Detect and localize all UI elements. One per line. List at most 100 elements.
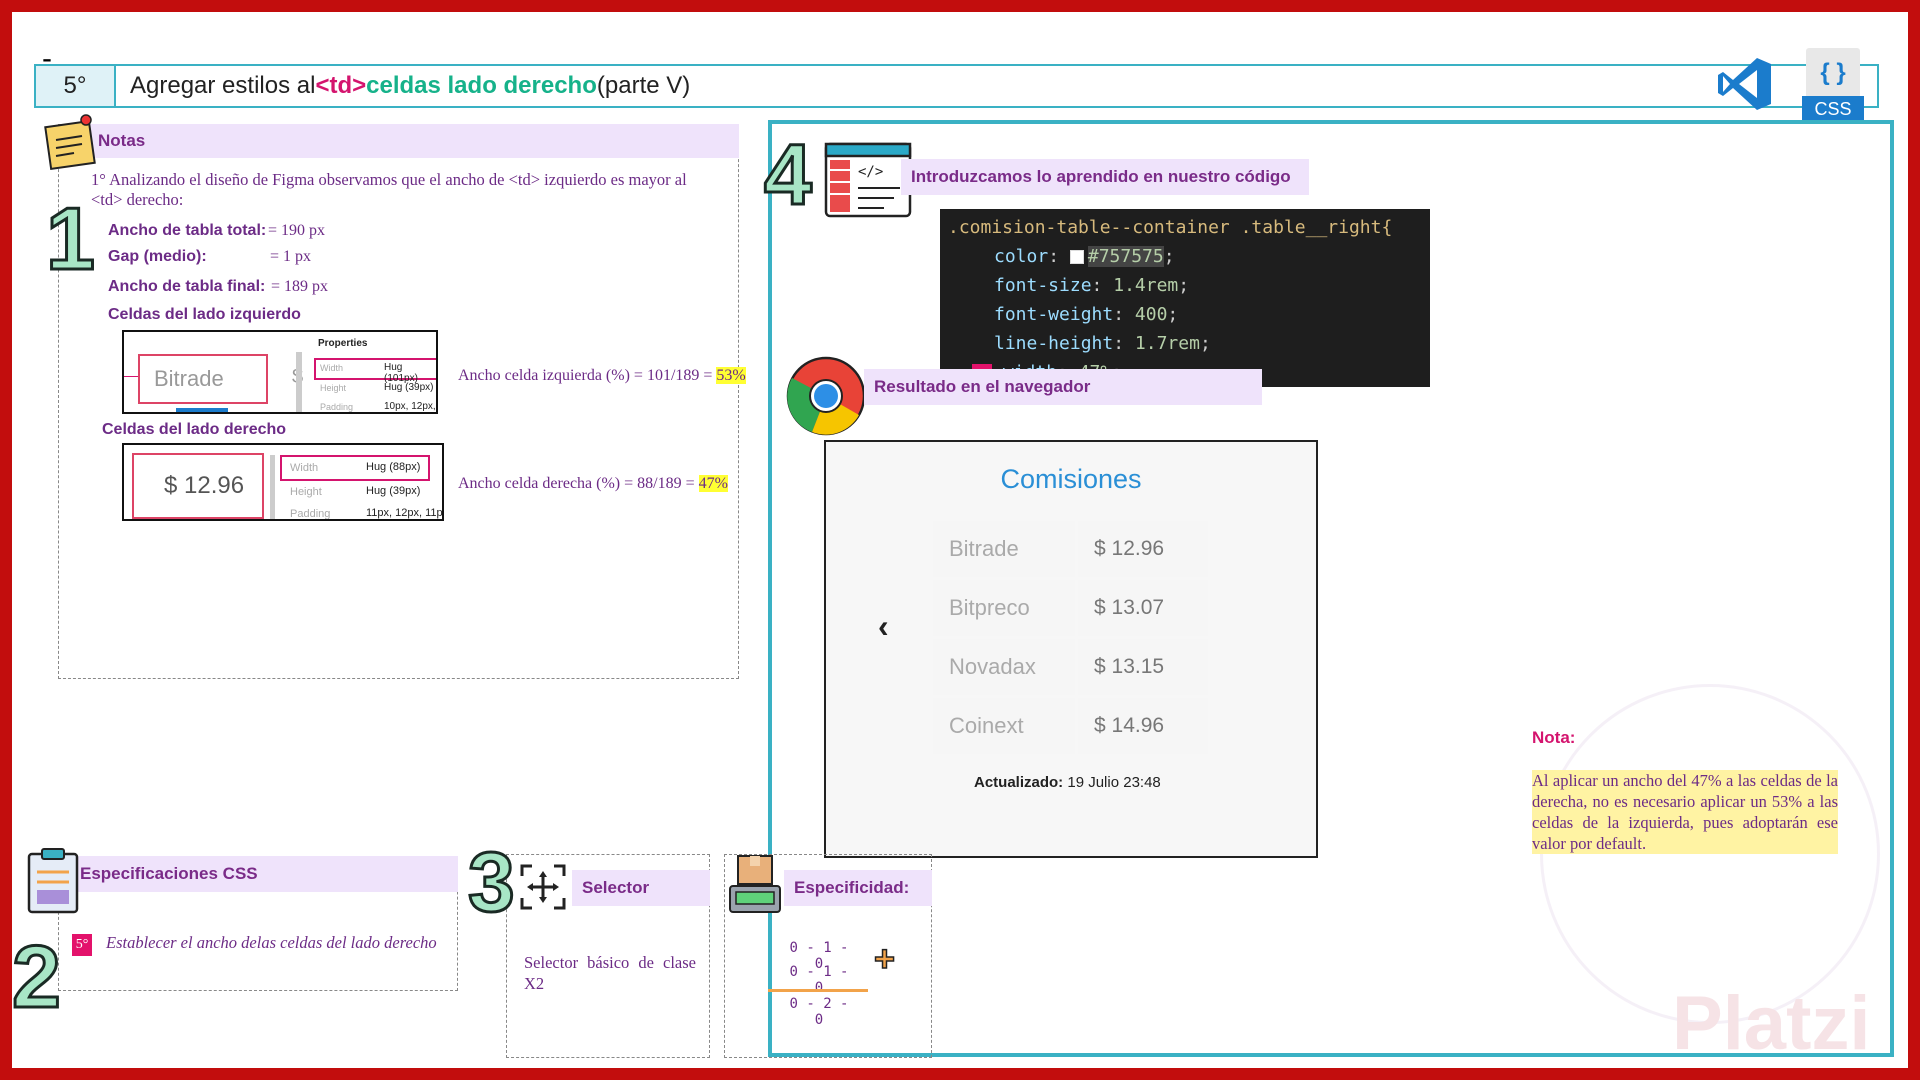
exchange-name: Novadax: [933, 639, 1075, 695]
right-formula-text: Ancho celda derecha (%) = 88/189 =: [458, 475, 699, 492]
code-prop-font-size: font-size: [994, 275, 1092, 296]
mock-r-prop-width-key: Width: [290, 462, 319, 474]
code-val-color: #757575: [1087, 246, 1164, 267]
watermark-circle: [1540, 684, 1880, 1024]
css-label: CSS: [1802, 96, 1864, 122]
code-block: .comision-table--container .table__right…: [940, 209, 1430, 387]
mock-r-prop-height-key: Height: [290, 486, 322, 498]
svg-text:</>: </>: [858, 164, 883, 180]
right-cells-title: Celdas del lado derecho: [102, 421, 287, 438]
specs-text: Establecer el ancho delas celdas del lad…: [106, 933, 437, 952]
browser-result: Comisiones ‹ Bitrade $ 12.96 Bitpreco $ 13…: [824, 440, 1318, 858]
exchange-value: $ 12.96: [1078, 521, 1208, 577]
commission-table: Bitrade $ 12.96 Bitpreco $ 13.07 Novadax $ …: [930, 518, 1211, 757]
title-tag: <td>: [315, 72, 367, 99]
right-cell-mockup: $ 12.96 Width Hug (88px) Height Hug (39p…: [122, 443, 444, 521]
updated-value: 19 Julio 23:48: [1063, 774, 1161, 791]
widget-title: Comisiones: [1000, 464, 1142, 494]
code-val-line-height: 1.7rem: [1134, 333, 1200, 354]
selector-header: Selector: [572, 870, 710, 906]
table-row: Bitpreco $ 13.07: [933, 580, 1208, 636]
mock-prop-padding-val: 10px, 12px, 1: [384, 401, 436, 412]
table-row: Bitrade $ 12.96: [933, 521, 1208, 577]
right-result: 47%: [698, 475, 728, 492]
title-bar: 5° Agregar estilos al <td> celdas lado d…: [34, 64, 1879, 108]
updated-info: Actualizado: 19 Julio 23:48: [974, 774, 1161, 791]
title-post: (parte V): [596, 72, 691, 99]
css-file-icon: { } CSS: [1802, 48, 1864, 124]
watermark-text: Platzi: [1672, 981, 1871, 1066]
mock-scrollbar-right: [270, 455, 275, 519]
selection-move-icon: [520, 864, 566, 910]
slide-title: Agregar estilos al <td> celdas lado dere…: [130, 66, 690, 106]
chrome-icon: [786, 356, 866, 436]
color-swatch: [1069, 250, 1084, 264]
exchange-value: $ 14.96: [1078, 698, 1208, 754]
css-braces: { }: [1806, 48, 1860, 98]
measure-value-final: = 189 px: [271, 278, 329, 295]
exchange-value: $ 13.15: [1078, 639, 1208, 695]
mock-r-prop-height-val: Hug (39px): [366, 485, 421, 497]
step-number: 5°: [36, 66, 116, 106]
code-prop-line-height: line-height: [994, 333, 1114, 354]
specs-tag: 5°: [72, 934, 92, 956]
vscode-icon: [1718, 58, 1771, 110]
nota-title: Nota:: [1532, 728, 1576, 747]
left-cell-mockup: Bitrade $ Properties Width Hug (101px) H…: [122, 330, 438, 414]
code-line-font-size: font-size: 1.4rem;: [994, 275, 1190, 296]
exchange-name: Bitpreco: [933, 580, 1075, 636]
updated-label: Actualizado:: [974, 774, 1064, 791]
code-section-header: Introduzcamos lo aprendido en nuestro có…: [901, 159, 1309, 195]
step-3-number: 3: [467, 834, 517, 931]
code-line-color: color: #757575;: [994, 246, 1175, 267]
step-1-number: 1: [45, 188, 97, 290]
mock-r-prop-width-val: Hug (88px): [366, 461, 421, 473]
mock-r-prop-padding-key: Padding: [290, 508, 331, 520]
mock-props-title: Properties: [318, 338, 368, 349]
exchange-name: Coinext: [933, 698, 1075, 754]
nota-text: Al aplicar un ancho del 47% a las celdas…: [1532, 770, 1838, 854]
left-formula: Ancho celda izquierda (%) = 101/189 = 53…: [458, 367, 746, 385]
left-formula-text: Ancho celda izquierda (%) = 101/189 =: [458, 367, 717, 384]
mock-prop-width-val: Hug (101px): [384, 362, 418, 384]
code-val-font-size: 1.4rem: [1113, 275, 1179, 296]
mock-selection-bar: [176, 408, 228, 412]
table-row: Coinext $ 14.96: [933, 698, 1208, 754]
exchange-value: $ 13.07: [1078, 580, 1208, 636]
left-result: 53%: [716, 367, 746, 384]
code-line-line-height: line-height: 1.7rem;: [994, 333, 1211, 354]
measure-value-gap: = 1 px: [270, 248, 312, 265]
notes-intro: 1° Analizando el diseño de Figma observa…: [91, 170, 687, 209]
mock-prop-padding-key: Padding: [320, 402, 354, 412]
specificity-sum-line: [768, 989, 868, 992]
code-val-font-weight: 400: [1134, 304, 1168, 325]
mock-guide-line: [124, 376, 138, 377]
plus-icon: +: [873, 937, 896, 980]
mock-prop-width-key: Width: [320, 363, 344, 373]
mock-left-cell: Bitrade: [138, 354, 268, 404]
mock-prop-height-val: Hug (39px): [384, 382, 434, 393]
browser-section-header: Resultado en el navegador: [864, 369, 1262, 405]
step-4-number: 4: [763, 126, 814, 225]
mock-scrollbar: [296, 352, 302, 412]
mock-prop-height-key: Height: [320, 383, 347, 393]
specs-step-tag: 5°: [72, 934, 92, 956]
selector-text: Selector básico de clase X2: [524, 953, 696, 993]
title-pre: Agregar estilos al: [130, 72, 316, 99]
mock-right-cell: $ 12.96: [132, 453, 264, 519]
scale-icon: [729, 855, 781, 913]
specificity-header: Especificidad:: [784, 870, 932, 906]
table-row: Novadax $ 13.15: [933, 639, 1208, 695]
slide: - 5° Agregar estilos al <td> celdas lado…: [12, 12, 1908, 1068]
left-cells-title: Celdas del lado izquierdo: [108, 306, 301, 323]
code-prop-color: color: [994, 246, 1049, 267]
sticky-note-icon: [44, 114, 96, 170]
notes-header: Notas: [88, 124, 739, 158]
title-highlight: celdas lado derecho: [366, 72, 597, 99]
right-formula: Ancho celda derecha (%) = 88/189 = 47%: [458, 475, 728, 493]
exchange-name: Bitrade: [933, 521, 1075, 577]
code-window-icon: </>: [824, 142, 912, 218]
carousel-back-button[interactable]: ‹: [878, 608, 889, 645]
step-2-number: 2: [12, 926, 62, 1028]
code-line-font-weight: font-weight: 400;: [994, 304, 1179, 325]
